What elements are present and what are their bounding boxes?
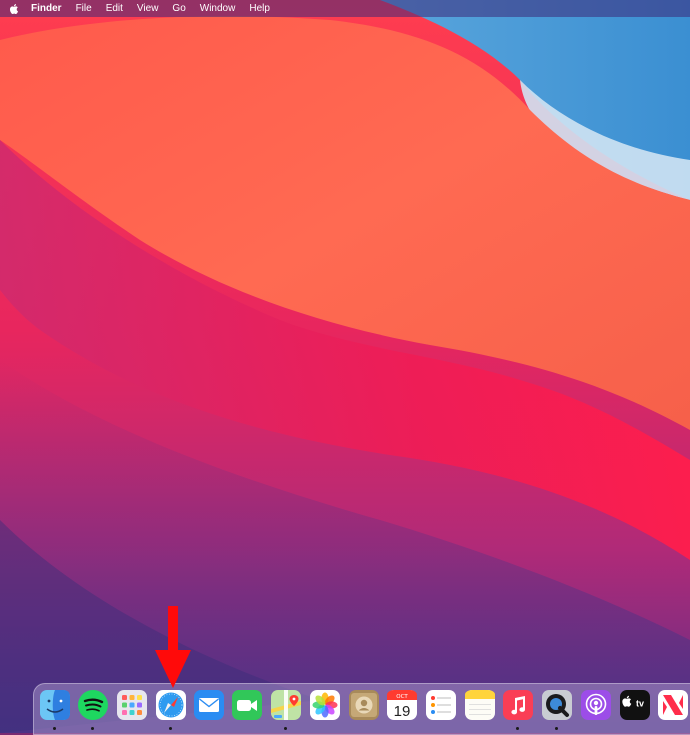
menu-edit[interactable]: Edit [99,0,130,17]
notes-icon[interactable] [464,689,496,721]
safari-icon[interactable] [155,689,187,721]
running-indicator [169,727,172,730]
spotify-icon[interactable] [77,689,109,721]
calendar-month: OCT [396,694,408,700]
calendar-day: 19 [394,703,411,720]
desktop-wallpaper [0,0,690,733]
apple-tv-label: tv [636,699,644,709]
apple-tv-icon[interactable]: tv [619,689,651,721]
mail-icon[interactable] [193,689,225,721]
reminders-icon[interactable] [425,689,457,721]
music-icon[interactable] [502,689,534,721]
red-down-arrow-icon [155,606,191,688]
podcasts-icon[interactable] [580,689,612,721]
contacts-icon[interactable] [348,689,380,721]
dock: OCT 19 tv [33,683,690,735]
photos-icon[interactable] [309,689,341,721]
maps-icon[interactable] [270,689,302,721]
menu-window[interactable]: Window [193,0,243,17]
launchpad-icon[interactable] [116,689,148,721]
apple-logo-icon[interactable] [0,3,26,15]
running-indicator [555,727,558,730]
running-indicator [516,727,519,730]
menu-help[interactable]: Help [242,0,277,17]
running-indicator [284,727,287,730]
menu-bar: Finder File Edit View Go Window Help [0,0,690,17]
running-indicator [53,727,56,730]
menu-go[interactable]: Go [165,0,192,17]
calendar-icon[interactable]: OCT 19 [386,689,418,721]
facetime-icon[interactable] [231,689,263,721]
news-icon[interactable] [657,689,689,721]
running-indicator [91,727,94,730]
menu-view[interactable]: View [130,0,166,17]
finder-icon[interactable] [39,689,71,721]
menu-file[interactable]: File [69,0,99,17]
quicktime-icon[interactable] [541,689,573,721]
menu-finder[interactable]: Finder [26,0,69,17]
